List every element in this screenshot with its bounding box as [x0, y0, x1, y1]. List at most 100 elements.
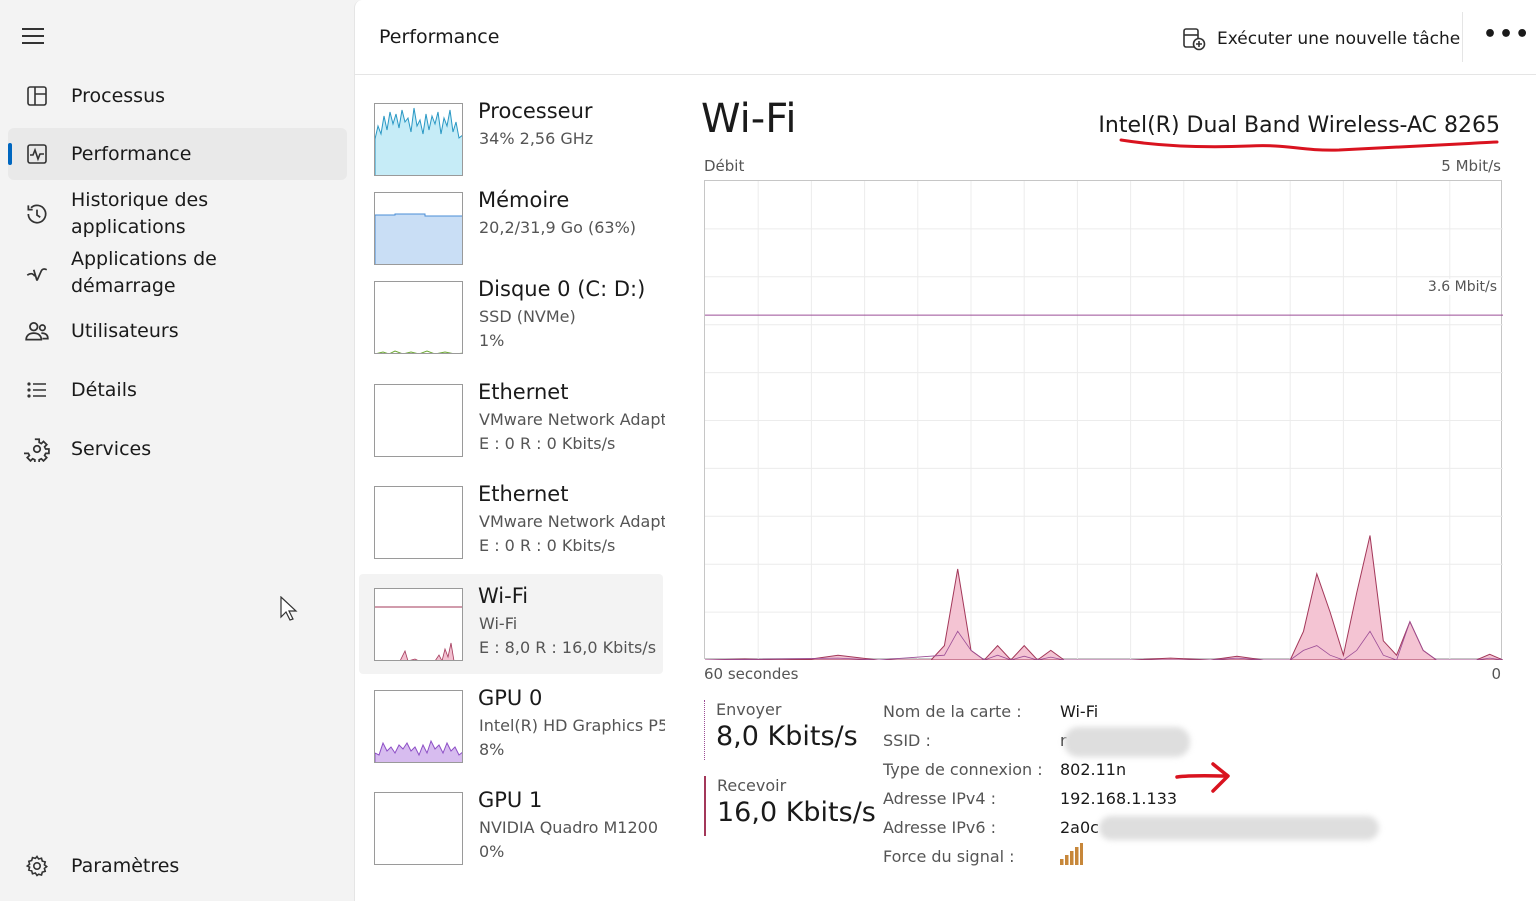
resource-name: GPU 0 [478, 686, 543, 710]
ethernet-thumbnail-graph [374, 486, 463, 559]
header-bar: Performance Exécuter une nouvelle tâche … [355, 0, 1536, 75]
chart-scale-label: 3.6 Mbit/s [1425, 279, 1499, 295]
gpu-thumbnail-graph [374, 690, 463, 763]
prop-row-adapter-name: Nom de la carte : Wi-Fi [883, 702, 1483, 728]
ethernet-thumbnail-graph [374, 384, 463, 457]
resource-detail: SSD (NVMe) [479, 307, 576, 326]
chart-max-label: 5 Mbit/s [1441, 157, 1501, 175]
details-list-icon [24, 377, 50, 403]
prop-key: Adresse IPv6 : [883, 818, 996, 837]
resource-item-wifi[interactable]: Wi-Fi Wi-Fi E : 8,0 R : 16,0 Kbits/s [359, 574, 663, 674]
nav-label: Historique des applications [71, 189, 209, 238]
chart-x-start-label: 60 secondes [704, 665, 799, 683]
red-underline-annotation [1119, 138, 1499, 152]
resource-name: Processeur [478, 99, 593, 123]
new-task-icon [1183, 28, 1206, 51]
nav-item-utilisateurs[interactable]: Utilisateurs [8, 305, 347, 357]
disk-thumbnail-graph [374, 281, 463, 354]
more-options-icon[interactable]: ••• [1483, 22, 1529, 54]
detail-title: Wi-Fi [701, 96, 797, 142]
nav-item-parametres[interactable]: Paramètres [8, 840, 347, 892]
resource-detail: 20,2/31,9 Go (63%) [479, 218, 637, 237]
resource-item-gpu-0[interactable]: GPU 0 Intel(R) HD Graphics P53 8% [359, 676, 665, 776]
resource-item-memory[interactable]: Mémoire 20,2/31,9 Go (63%) [359, 178, 663, 278]
nav-item-details[interactable]: Détails [8, 364, 347, 416]
nav-label: Services [71, 437, 152, 460]
nav-item-processus[interactable]: Processus [8, 70, 347, 122]
gear-icon [24, 853, 50, 879]
resource-usage: 8% [479, 740, 505, 759]
nav-label: Détails [71, 378, 137, 401]
users-icon [24, 318, 50, 344]
cpu-thumbnail-graph [374, 103, 463, 176]
prop-value: 802.11n [1060, 760, 1127, 779]
processes-icon [24, 83, 50, 109]
prop-key: SSID : [883, 731, 931, 750]
throughput-chart: 3.6 Mbit/s [704, 180, 1503, 660]
signal-strength-icon [1060, 843, 1083, 865]
nav-label: Paramètres [71, 854, 180, 877]
resource-item-ethernet-1[interactable]: Ethernet VMware Network Adapt E : 0 R : … [359, 370, 665, 470]
main-panel: Performance Exécuter une nouvelle tâche … [354, 0, 1536, 901]
prop-key: Adresse IPv4 : [883, 789, 996, 808]
resource-usage: 0% [479, 842, 505, 861]
redaction-blur [1099, 816, 1379, 840]
chart-title: Débit [704, 157, 745, 175]
resource-name: Mémoire [478, 188, 570, 212]
nav-item-historique[interactable]: Historique des applications [8, 184, 347, 244]
resource-item-gpu-1[interactable]: GPU 1 NVIDIA Quadro M1200 0% [359, 778, 663, 878]
navigation-pane: Processus Performance Historique des app… [0, 0, 354, 901]
page-title: Performance [379, 26, 500, 48]
nav-item-demarrage[interactable]: Applications de démarrage [8, 243, 347, 303]
receive-value: 16,0 Kbits/s [717, 797, 876, 828]
prop-row-signal-strength: Force du signal : [883, 843, 1483, 873]
send-value: 8,0 Kbits/s [716, 721, 858, 752]
resource-item-ethernet-2[interactable]: Ethernet VMware Network Adapt E : 0 R : … [359, 472, 665, 572]
hamburger-menu-icon[interactable] [22, 24, 48, 48]
resource-detail: NVIDIA Quadro M1200 [479, 818, 659, 837]
divider [1462, 12, 1463, 62]
prop-row-connection-type: Type de connexion : 802.11n [883, 760, 1483, 786]
nav-item-services[interactable]: Services [8, 423, 347, 475]
resource-item-cpu[interactable]: Processeur 34% 2,56 GHz [359, 89, 663, 189]
history-icon [24, 201, 50, 227]
resource-detail: VMware Network Adapt [479, 512, 665, 531]
wifi-thumbnail-graph [374, 588, 463, 661]
send-label: Envoyer [716, 700, 782, 719]
nav-item-performance[interactable]: Performance [8, 128, 347, 180]
prop-value: Wi-Fi [1060, 702, 1099, 721]
resource-detail: VMware Network Adapt [479, 410, 665, 429]
resource-detail: 34% 2,56 GHz [479, 129, 594, 148]
memory-thumbnail-graph [374, 192, 463, 265]
resource-throughput: E : 0 R : 0 Kbits/s [479, 434, 616, 453]
resource-usage: 1% [479, 331, 505, 350]
performance-icon [24, 141, 50, 167]
resource-throughput: E : 8,0 R : 16,0 Kbits/s [479, 638, 657, 657]
startup-icon [24, 260, 50, 286]
resource-name: Ethernet [478, 380, 569, 404]
resource-item-disk[interactable]: Disque 0 (C: D:) SSD (NVMe) 1% [359, 267, 663, 367]
resource-name: Disque 0 (C: D:) [478, 277, 646, 301]
run-task-label: Exécuter une nouvelle tâche [1217, 29, 1461, 49]
nav-label: Applications de démarrage [71, 248, 217, 297]
receive-stat: Recevoir 16,0 Kbits/s [704, 776, 876, 836]
prop-key: Type de connexion : [883, 760, 1043, 779]
prop-key: Force du signal : [883, 847, 1015, 866]
resource-name: Ethernet [478, 482, 569, 506]
nav-label: Performance [71, 142, 192, 165]
resource-throughput: E : 0 R : 0 Kbits/s [479, 536, 616, 555]
mouse-cursor-icon [280, 596, 298, 621]
receive-label: Recevoir [717, 776, 787, 795]
nav-label: Processus [71, 84, 166, 107]
run-new-task-button[interactable]: Exécuter une nouvelle tâche [1181, 22, 1460, 56]
nav-label: Utilisateurs [71, 319, 179, 342]
resource-detail: Wi-Fi [479, 614, 518, 633]
send-stat: Envoyer 8,0 Kbits/s [704, 700, 858, 760]
prop-value: 192.168.1.133 [1060, 789, 1178, 808]
resource-detail: Intel(R) HD Graphics P53 [479, 716, 665, 735]
resource-name: Wi-Fi [478, 584, 529, 608]
prop-row-ipv4: Adresse IPv4 : 192.168.1.133 [883, 789, 1483, 815]
prop-key: Nom de la carte : [883, 702, 1022, 721]
redaction-blur [1064, 727, 1190, 757]
gpu-thumbnail-graph [374, 792, 463, 865]
